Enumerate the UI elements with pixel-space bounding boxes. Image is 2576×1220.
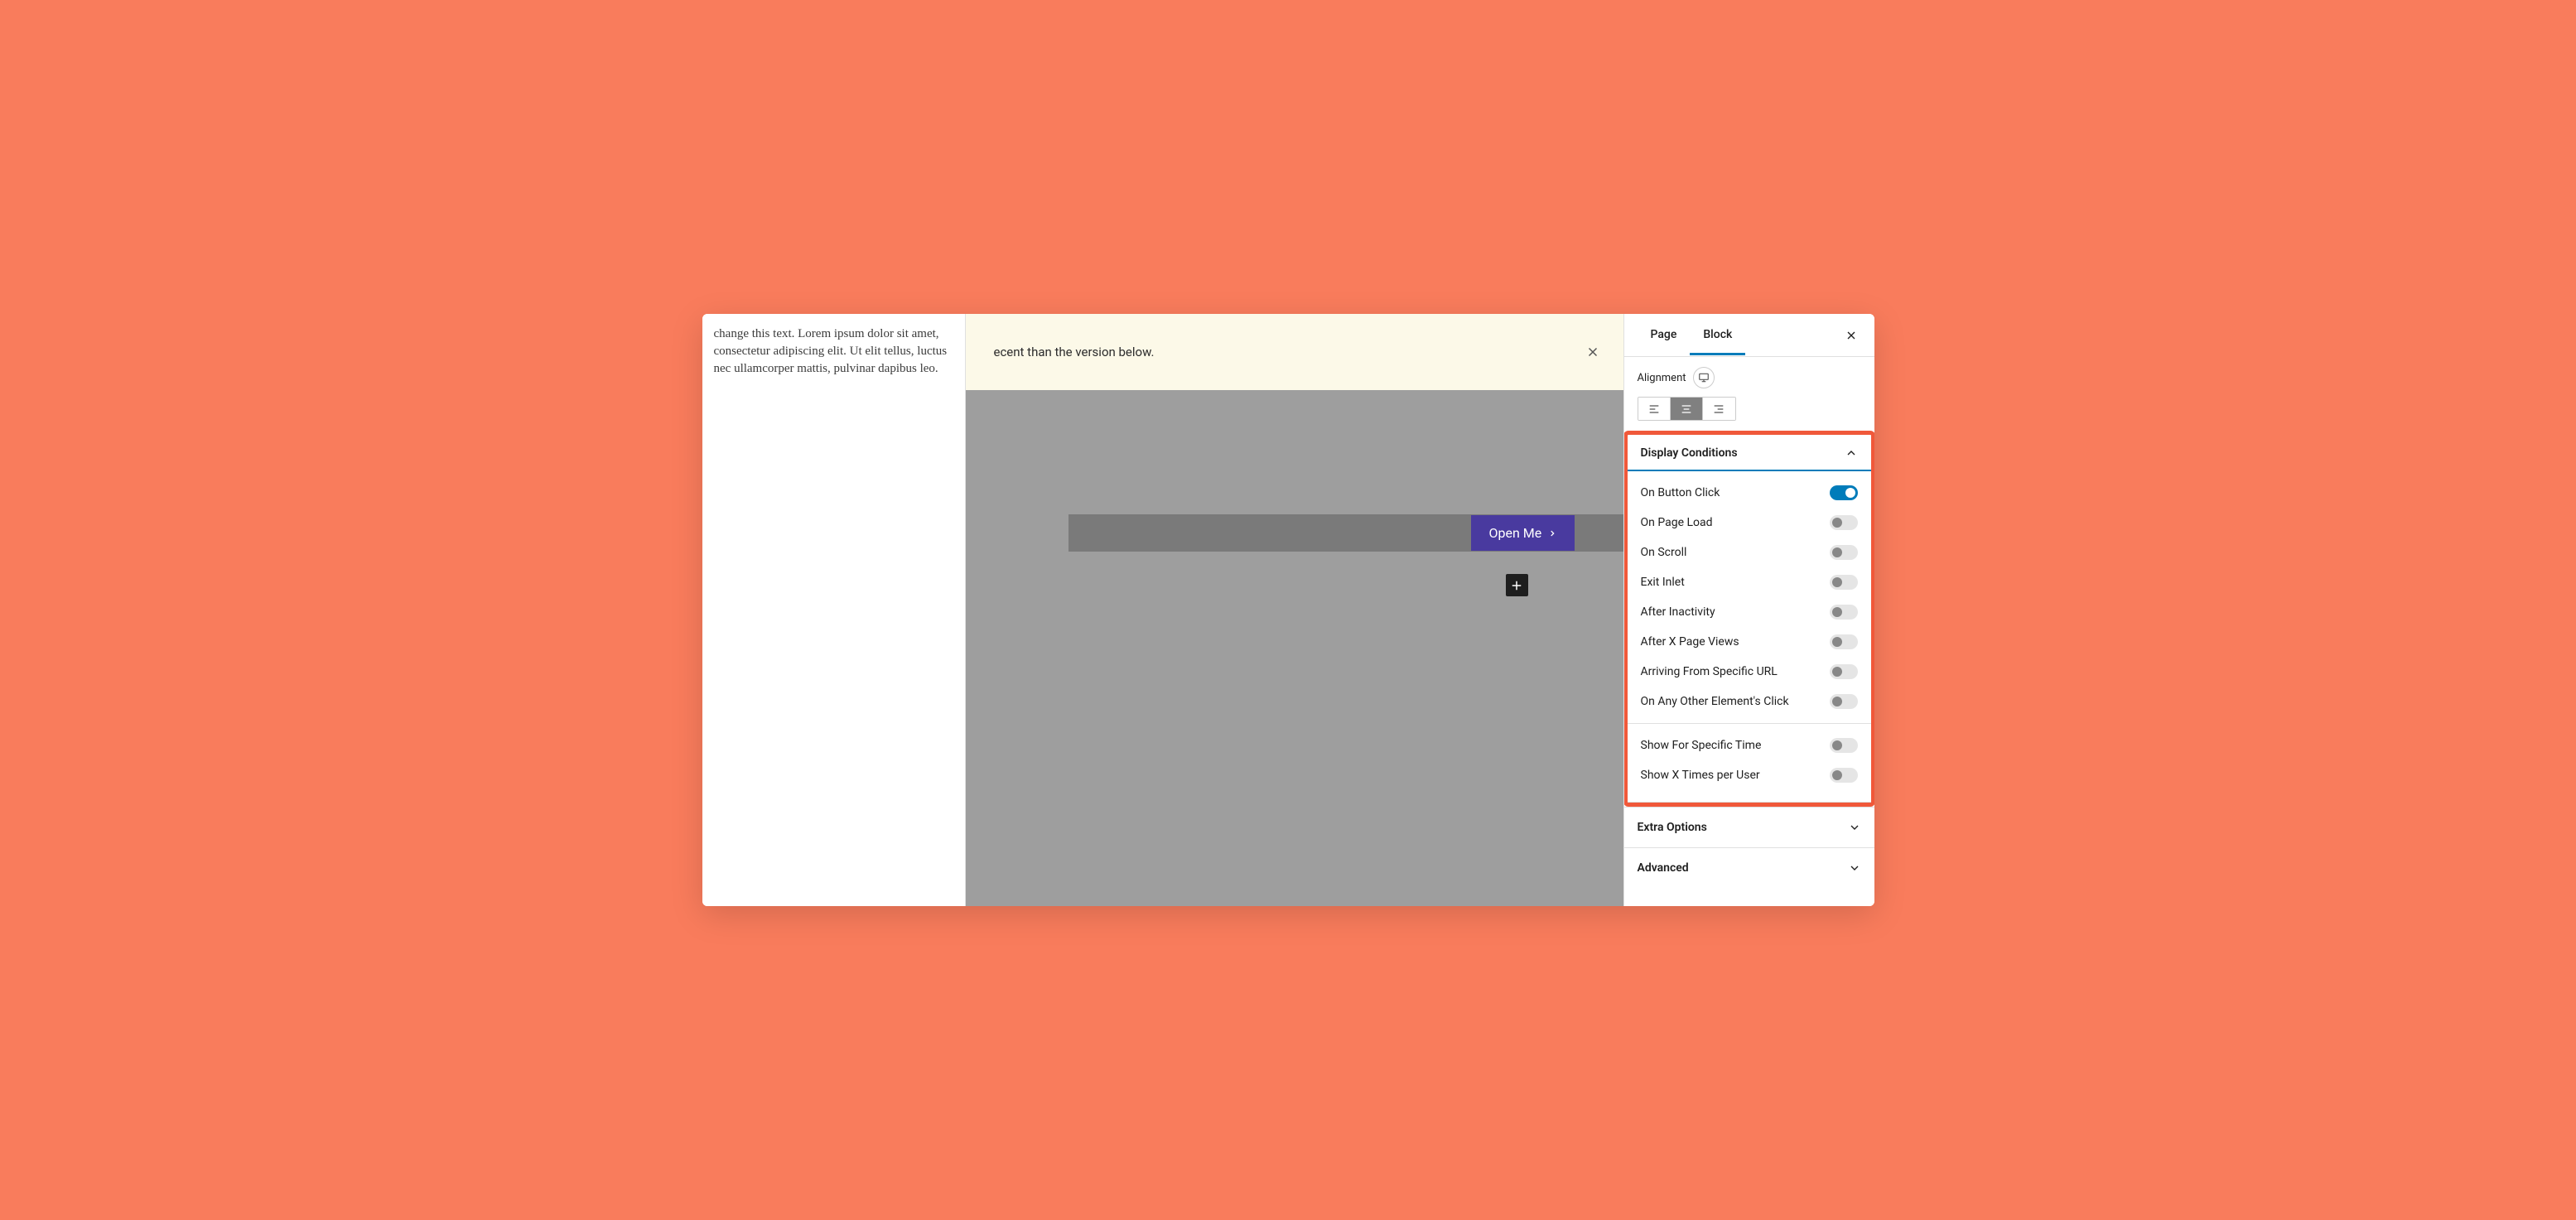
- center-area: ecent than the version below. Open Me: [966, 314, 1623, 906]
- app-window: change this text. Lorem ipsum dolor sit …: [702, 314, 1874, 906]
- alignment-label: Alignment: [1638, 372, 1686, 384]
- autosave-notice: ecent than the version below.: [966, 314, 1623, 390]
- condition-row: On Scroll: [1641, 538, 1858, 567]
- chevron-up-icon: [1845, 446, 1858, 460]
- align-center-button[interactable]: [1671, 398, 1703, 420]
- condition-label: On Any Other Element's Click: [1641, 695, 1789, 708]
- open-me-label: Open Me: [1489, 525, 1542, 541]
- extra-options-header[interactable]: Extra Options: [1624, 807, 1874, 847]
- conditions-list: On Button Click On Page Load On Scroll Exit…: [1628, 471, 1871, 803]
- condition-toggle[interactable]: [1830, 738, 1858, 753]
- divider: [1628, 723, 1871, 724]
- display-conditions-highlight: Display Conditions On Button Click On Pag…: [1624, 431, 1874, 807]
- alignment-group: [1638, 397, 1736, 421]
- condition-row: On Button Click: [1641, 478, 1858, 508]
- condition-label: After X Page Views: [1641, 635, 1739, 649]
- display-conditions-header[interactable]: Display Conditions: [1628, 435, 1871, 471]
- condition-label: Show X Times per User: [1641, 769, 1760, 782]
- condition-label: Show For Specific Time: [1641, 739, 1762, 752]
- block-container[interactable]: Open Me: [1069, 514, 1623, 552]
- plus-icon: [1509, 578, 1524, 593]
- condition-toggle[interactable]: [1830, 768, 1858, 783]
- condition-row: Exit Inlet: [1641, 567, 1858, 597]
- condition-row: Show X Times per User: [1641, 760, 1858, 790]
- condition-label: On Page Load: [1641, 516, 1713, 529]
- condition-row: After Inactivity: [1641, 597, 1858, 627]
- condition-toggle[interactable]: [1830, 575, 1858, 590]
- notice-text: ecent than the version below.: [986, 345, 1155, 359]
- condition-row: After X Page Views: [1641, 627, 1858, 657]
- condition-label: After Inactivity: [1641, 605, 1715, 619]
- condition-toggle[interactable]: [1830, 694, 1858, 709]
- advanced-title: Advanced: [1638, 861, 1689, 875]
- condition-toggle[interactable]: [1830, 515, 1858, 530]
- condition-row: On Any Other Element's Click: [1641, 687, 1858, 716]
- add-block-button[interactable]: [1506, 574, 1528, 596]
- desktop-icon[interactable]: [1693, 367, 1715, 388]
- condition-row: Show For Specific Time: [1641, 731, 1858, 760]
- condition-toggle[interactable]: [1830, 634, 1858, 649]
- advanced-header[interactable]: Advanced: [1624, 847, 1874, 888]
- chevron-down-icon: [1848, 821, 1861, 834]
- align-right-button[interactable]: [1703, 398, 1735, 420]
- chevron-right-icon: [1548, 528, 1556, 539]
- extra-options-title: Extra Options: [1638, 821, 1707, 834]
- condition-toggle[interactable]: [1830, 545, 1858, 560]
- condition-label: On Button Click: [1641, 486, 1720, 499]
- close-sidebar-icon[interactable]: [1841, 325, 1861, 345]
- close-icon[interactable]: [1582, 341, 1604, 363]
- condition-toggle[interactable]: [1830, 605, 1858, 620]
- condition-row: Arriving From Specific URL: [1641, 657, 1858, 687]
- condition-label: Arriving From Specific URL: [1641, 665, 1778, 678]
- tab-block[interactable]: Block: [1690, 315, 1745, 355]
- left-panel: change this text. Lorem ipsum dolor sit …: [702, 314, 966, 906]
- condition-row: On Page Load: [1641, 508, 1858, 538]
- condition-toggle[interactable]: [1830, 664, 1858, 679]
- alignment-section: Alignment: [1624, 357, 1874, 431]
- condition-label: On Scroll: [1641, 546, 1687, 559]
- chevron-down-icon: [1848, 861, 1861, 875]
- condition-label: Exit Inlet: [1641, 576, 1685, 589]
- sidebar-tabs: Page Block: [1624, 314, 1874, 357]
- editor-canvas[interactable]: Open Me: [966, 390, 1623, 906]
- condition-toggle[interactable]: [1830, 485, 1858, 500]
- display-conditions-title: Display Conditions: [1641, 446, 1738, 460]
- lorem-text[interactable]: change this text. Lorem ipsum dolor sit …: [714, 325, 953, 378]
- open-me-button[interactable]: Open Me: [1471, 515, 1575, 551]
- panel-body: Alignment: [1624, 357, 1874, 906]
- align-left-button[interactable]: [1638, 398, 1671, 420]
- tab-page[interactable]: Page: [1638, 315, 1691, 355]
- settings-sidebar: Page Block Alignment: [1623, 314, 1874, 906]
